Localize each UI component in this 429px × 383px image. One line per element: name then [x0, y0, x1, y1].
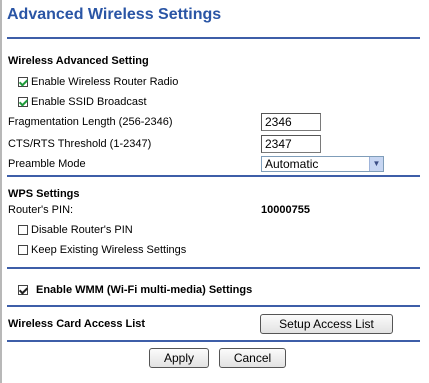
preamble-value: Automatic [265, 157, 319, 171]
divider [7, 37, 420, 39]
page-title: Advanced Wireless Settings [7, 6, 222, 23]
apply-button[interactable]: Apply [149, 348, 209, 368]
rts-threshold-input[interactable]: 2347 [261, 135, 321, 153]
cancel-button[interactable]: Cancel [219, 348, 286, 368]
rts-threshold-label: CTS/RTS Threshold (1-2347) [8, 138, 152, 150]
enable-ssid-label: Enable SSID Broadcast [31, 96, 147, 108]
access-list-label: Wireless Card Access List [8, 318, 146, 330]
enable-ssid-checkbox[interactable] [18, 97, 28, 107]
disable-pin-label: Disable Router's PIN [31, 224, 133, 236]
router-pin-value: 10000755 [261, 204, 310, 216]
enable-radio-checkbox[interactable] [18, 77, 28, 87]
wps-heading: WPS Settings [8, 188, 80, 200]
chevron-down-icon[interactable]: ▼ [369, 157, 383, 171]
divider [7, 305, 420, 307]
preamble-label: Preamble Mode [8, 158, 86, 170]
divider [7, 267, 420, 269]
wmm-checkbox[interactable] [18, 285, 28, 295]
enable-radio-label: Enable Wireless Router Radio [31, 76, 179, 88]
left-border [0, 0, 2, 383]
keep-existing-label: Keep Existing Wireless Settings [31, 244, 187, 256]
router-pin-label: Router's PIN: [8, 204, 74, 216]
setup-access-list-button[interactable]: Setup Access List [260, 314, 393, 334]
divider [7, 175, 420, 177]
fragmentation-input[interactable]: 2346 [261, 113, 321, 131]
preamble-select[interactable]: Automatic ▼ [261, 156, 384, 172]
divider [7, 340, 420, 342]
wireless-advanced-heading: Wireless Advanced Setting [8, 55, 149, 67]
fragmentation-label: Fragmentation Length (256-2346) [8, 116, 173, 128]
disable-pin-checkbox[interactable] [18, 225, 28, 235]
wmm-label: Enable WMM (Wi-Fi multi-media) Settings [36, 284, 253, 296]
keep-existing-checkbox[interactable] [18, 245, 28, 255]
